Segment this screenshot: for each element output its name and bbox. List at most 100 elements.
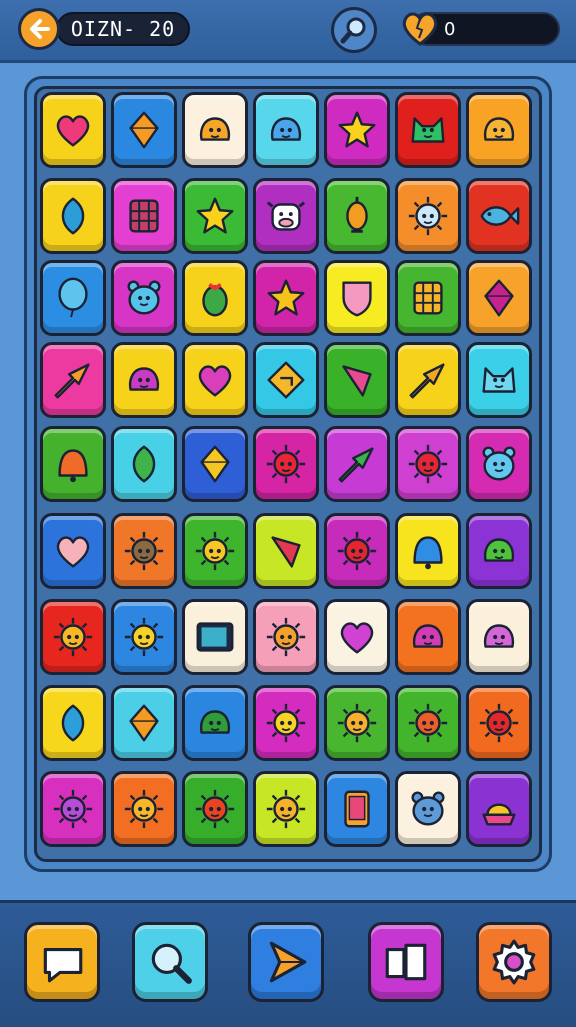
grid-icon (413, 281, 443, 315)
play-button[interactable] (248, 922, 324, 1002)
tile-r3-c4[interactable] (253, 260, 319, 336)
tile-r9-c4[interactable] (253, 771, 319, 847)
tile-r5-c2[interactable] (111, 426, 177, 502)
kite-icon (342, 365, 372, 397)
sun-icon (337, 703, 377, 743)
sun-icon (195, 531, 235, 571)
tile-r9-c3[interactable] (182, 771, 248, 847)
cow-icon (266, 201, 306, 231)
tile-r3-c6[interactable] (395, 260, 461, 336)
tile-r2-c1[interactable] (40, 178, 106, 254)
tile-r8-c1[interactable] (40, 685, 106, 761)
tile-r1-c1[interactable] (40, 92, 106, 168)
cards-button[interactable] (368, 922, 444, 1002)
tile-r3-c1[interactable] (40, 260, 106, 336)
tile-r5-c7[interactable] (466, 426, 532, 502)
tile-r6-c1[interactable] (40, 513, 106, 589)
tile-r9-c1[interactable] (40, 771, 106, 847)
settings-button[interactable] (476, 922, 552, 1002)
tile-r4-c7[interactable] (466, 342, 532, 418)
tile-r2-c5[interactable] (324, 178, 390, 254)
lives-count-text: 0 (444, 18, 456, 40)
tile-r5-c4[interactable] (253, 426, 319, 502)
tile-r8-c5[interactable] (324, 685, 390, 761)
tile-r2-c7[interactable] (466, 178, 532, 254)
tile-r2-c4[interactable] (253, 178, 319, 254)
tile-r9-c2[interactable] (111, 771, 177, 847)
back-button[interactable] (18, 8, 60, 50)
sun-icon (124, 531, 164, 571)
tile-r9-c7[interactable] (466, 771, 532, 847)
tile-r6-c3[interactable] (182, 513, 248, 589)
tile-r8-c4[interactable] (253, 685, 319, 761)
tile-r9-c5[interactable] (324, 771, 390, 847)
heart-icon (56, 536, 90, 568)
sun-icon (408, 444, 448, 484)
bear-icon (127, 280, 161, 315)
tile-r7-c6[interactable] (395, 599, 461, 675)
tile-r2-c3[interactable] (182, 178, 248, 254)
arrow-icon (409, 363, 445, 399)
screen-icon (196, 622, 234, 652)
tile-r2-c6[interactable] (395, 178, 461, 254)
chat-button[interactable] (24, 922, 100, 1002)
level-title: OIZN- 20 (56, 12, 190, 46)
bear-icon (411, 791, 445, 826)
tile-r3-c3[interactable] (182, 260, 248, 336)
tile-r6-c4[interactable] (253, 513, 319, 589)
chat-icon (43, 947, 83, 983)
tile-r3-c7[interactable] (466, 260, 532, 336)
tile-r7-c1[interactable] (40, 599, 106, 675)
tile-r7-c2[interactable] (111, 599, 177, 675)
tile-r6-c6[interactable] (395, 513, 461, 589)
cat-icon (482, 367, 516, 393)
tile-r8-c6[interactable] (395, 685, 461, 761)
tile-r4-c4[interactable] (253, 342, 319, 418)
sun-icon (266, 617, 306, 657)
game-board (34, 86, 542, 862)
tile-r1-c3[interactable] (182, 92, 248, 168)
tile-r5-c5[interactable] (324, 426, 390, 502)
tile-r1-c7[interactable] (466, 92, 532, 168)
sun-icon (195, 789, 235, 829)
tile-r1-c5[interactable] (324, 92, 390, 168)
tile-r4-c2[interactable] (111, 342, 177, 418)
tile-r7-c3[interactable] (182, 599, 248, 675)
tile-r8-c7[interactable] (466, 685, 532, 761)
balloon-icon (58, 277, 88, 318)
level-title-text: OIZN- 20 (70, 17, 176, 41)
search-button[interactable] (132, 922, 208, 1002)
tile-r6-c2[interactable] (111, 513, 177, 589)
tile-r7-c4[interactable] (253, 599, 319, 675)
tile-r8-c2[interactable] (111, 685, 177, 761)
tile-r3-c5[interactable] (324, 260, 390, 336)
leaf-icon (61, 704, 85, 742)
tile-r4-c3[interactable] (182, 342, 248, 418)
blob-icon (128, 367, 160, 391)
tile-r1-c6[interactable] (395, 92, 461, 168)
tile-r4-c6[interactable] (395, 342, 461, 418)
tile-r1-c4[interactable] (253, 92, 319, 168)
tile-r8-c3[interactable] (182, 685, 248, 761)
tile-r7-c5[interactable] (324, 599, 390, 675)
tile-r5-c3[interactable] (182, 426, 248, 502)
heart-icon (340, 622, 374, 654)
tile-r4-c1[interactable] (40, 342, 106, 418)
tile-r7-c7[interactable] (466, 599, 532, 675)
tile-r1-c2[interactable] (111, 92, 177, 168)
tile-r2-c2[interactable] (111, 178, 177, 254)
star-icon (338, 111, 376, 148)
tile-r9-c6[interactable] (395, 771, 461, 847)
tile-r6-c7[interactable] (466, 513, 532, 589)
blob-icon (483, 624, 515, 648)
bell-icon (58, 449, 88, 483)
tile-r5-c1[interactable] (40, 426, 106, 502)
back-arrow-icon (30, 19, 50, 39)
search-button-top[interactable] (331, 7, 377, 53)
tile-r4-c5[interactable] (324, 342, 390, 418)
tile-r6-c5[interactable] (324, 513, 390, 589)
sun-icon (408, 703, 448, 743)
tile-r3-c2[interactable] (111, 260, 177, 336)
play-icon (269, 941, 307, 983)
tile-r5-c6[interactable] (395, 426, 461, 502)
